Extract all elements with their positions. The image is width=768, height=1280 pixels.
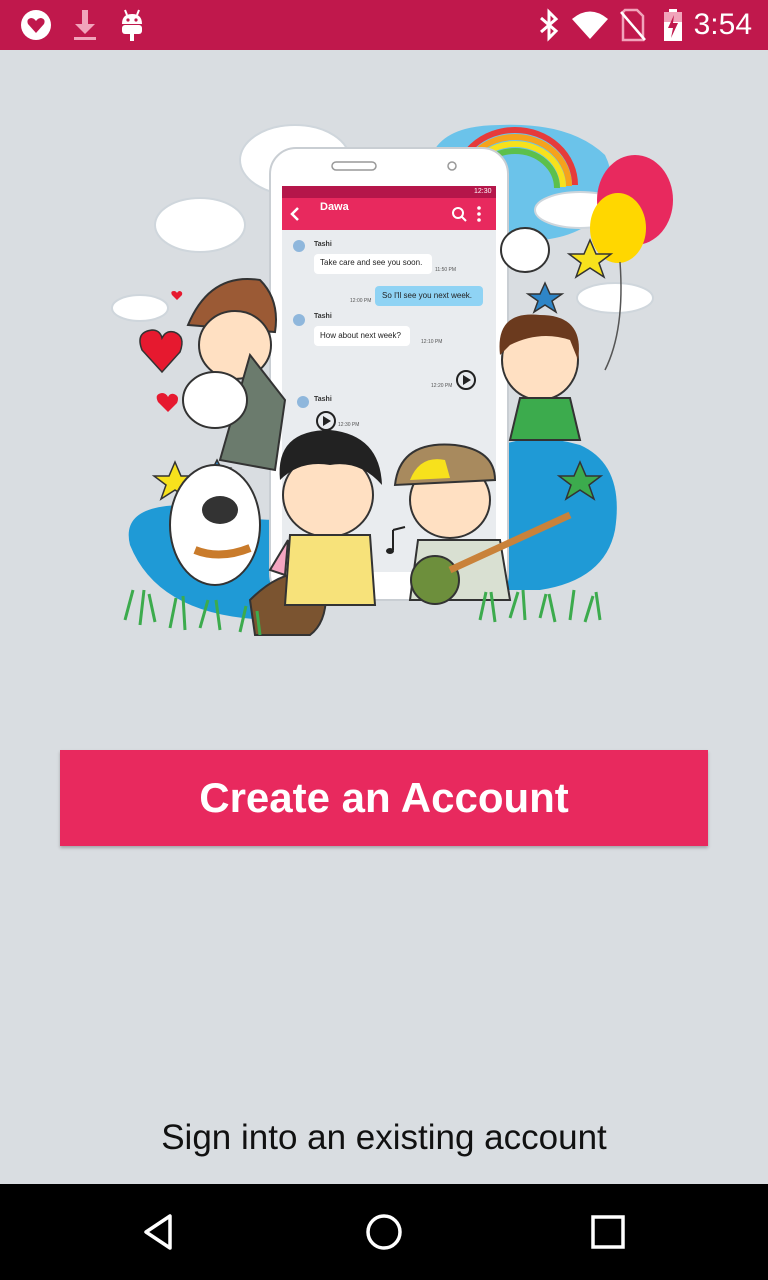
chat-message: So I'll see you next week. [382, 291, 473, 300]
navigation-bar [0, 1184, 768, 1280]
status-time: 3:54 [693, 8, 752, 41]
status-bar: 3:54 [0, 0, 768, 50]
app-heart-icon [18, 0, 54, 50]
wifi-icon [570, 0, 610, 50]
sign-in-link[interactable]: Sign into an existing account [0, 1112, 768, 1164]
android-icon [116, 0, 148, 50]
chat-sender: Tashi [314, 396, 332, 403]
chat-time: 12:20 PM [431, 383, 453, 389]
chat-time: 12:00 PM [350, 298, 372, 304]
no-sim-icon [618, 0, 648, 50]
create-account-button[interactable]: Create an Account [60, 750, 708, 846]
welcome-illustration: Dawa 12:30 Tashi Take care and see you s… [100, 100, 680, 660]
chat-time: 12:30 PM [338, 422, 360, 428]
chat-header-title: Dawa [320, 201, 349, 213]
chat-message: Take care and see you soon. [320, 258, 423, 267]
back-icon[interactable] [100, 1184, 220, 1280]
battery-icon [660, 0, 686, 50]
chat-message: How about next week? [320, 331, 401, 340]
chat-status-time: 12:30 [474, 188, 492, 195]
chat-time: 11:50 PM [435, 267, 457, 273]
chat-sender: Tashi [314, 241, 332, 248]
chat-sender: Tashi [314, 313, 332, 320]
download-icon [70, 0, 100, 50]
chat-time: 12:10 PM [421, 339, 443, 345]
home-icon[interactable] [324, 1184, 444, 1280]
bluetooth-icon [536, 0, 562, 50]
recents-icon[interactable] [548, 1184, 668, 1280]
